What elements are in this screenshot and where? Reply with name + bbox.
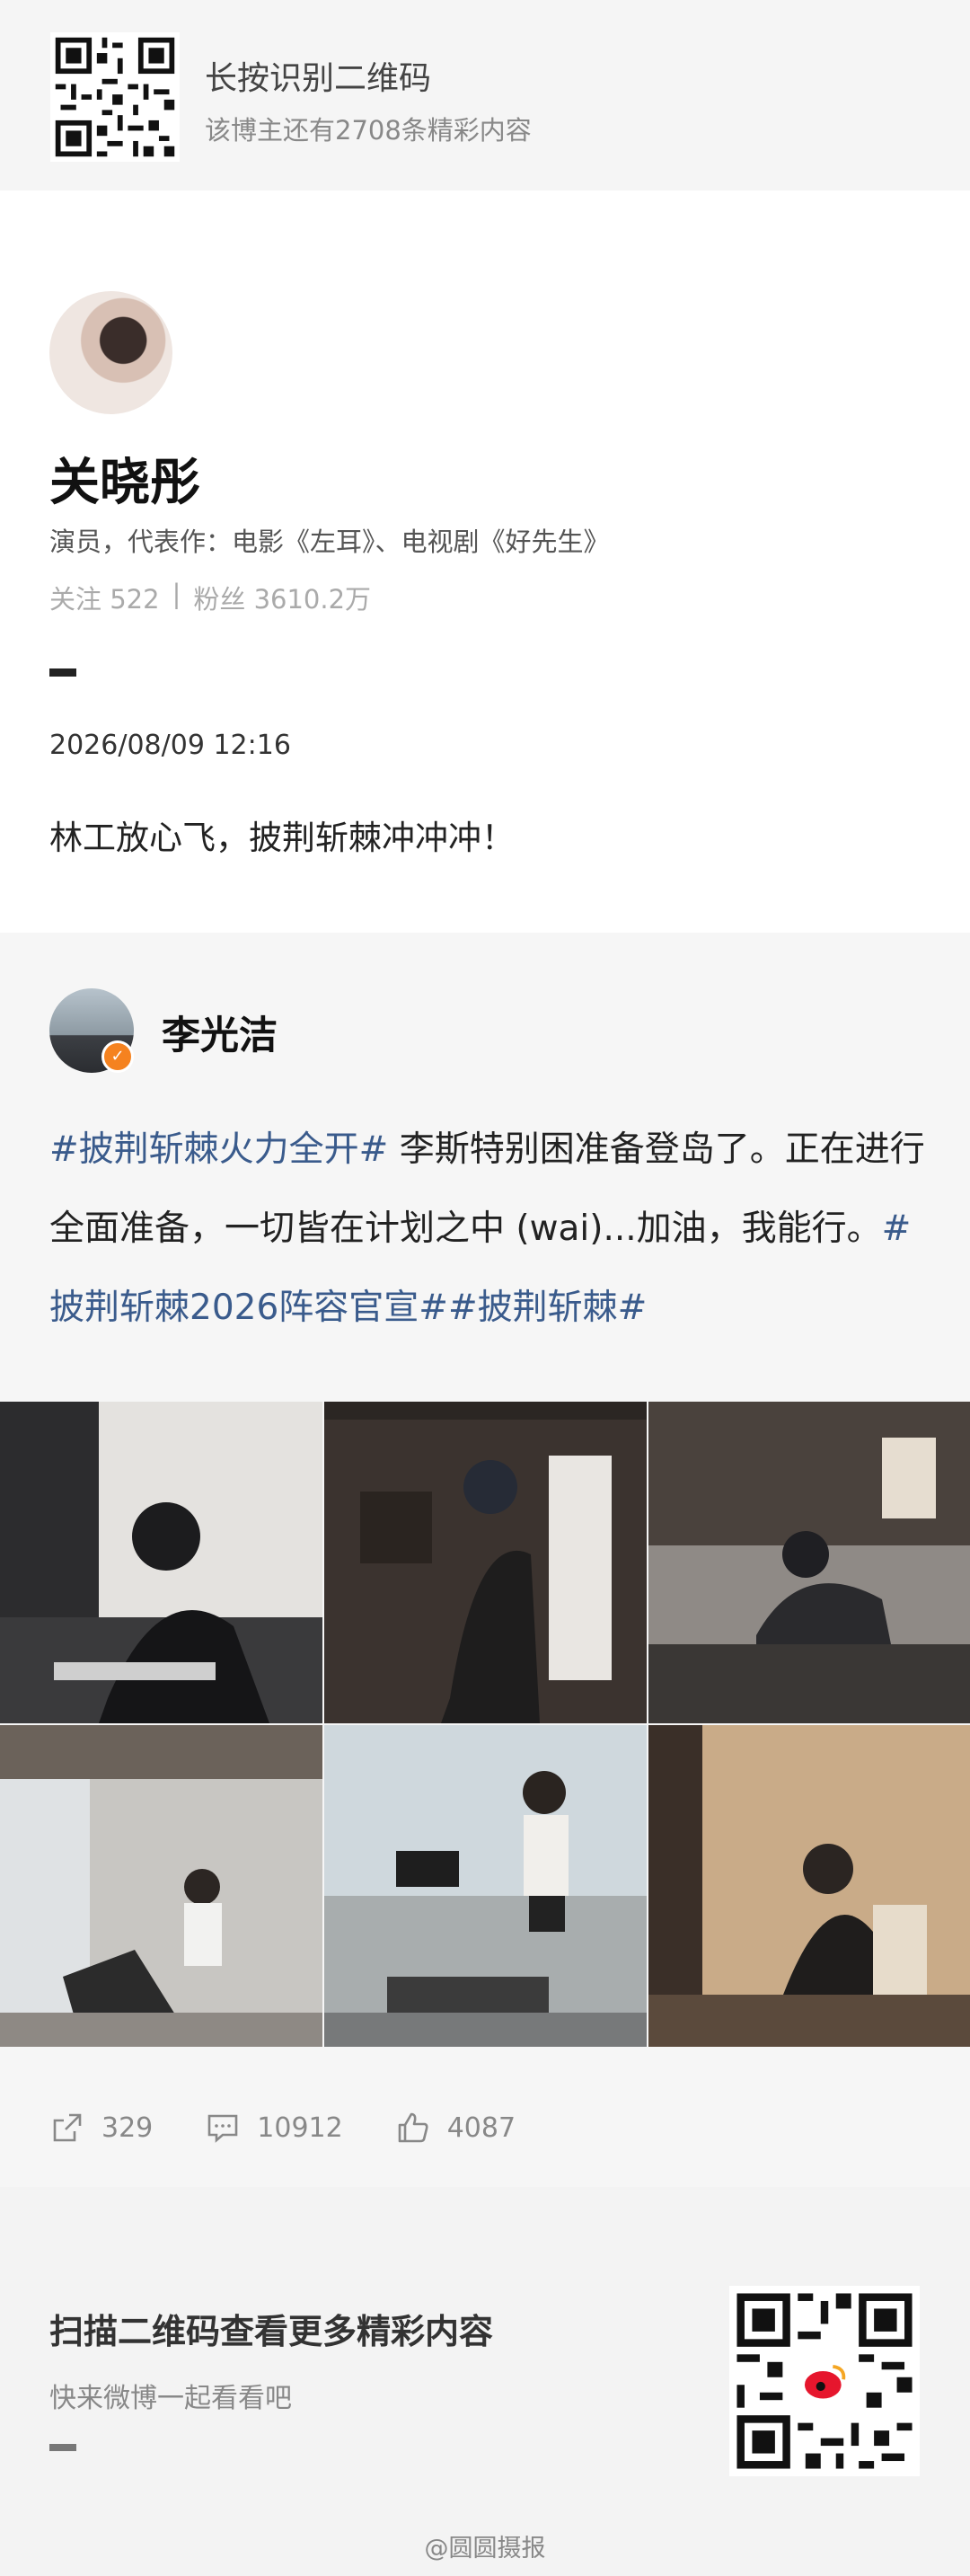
comment-count: 10912 <box>257 2111 343 2144</box>
photo-thumbnail[interactable] <box>324 1402 647 1723</box>
followers-count[interactable]: 粉丝 3610.2万 <box>193 579 371 616</box>
comment-icon <box>207 2114 238 2143</box>
hashtag-link[interactable]: #披荆斩棘# <box>448 1288 647 1328</box>
photo-thumbnail[interactable] <box>0 1725 322 2047</box>
qr-banner: 长按识别二维码 该博主还有2708条精彩内容 <box>0 0 970 190</box>
divider-dash <box>49 668 76 677</box>
hashtag-link[interactable]: #披荆斩棘火力全开# <box>49 1129 388 1170</box>
photo-thumbnail[interactable] <box>648 1725 970 2047</box>
photo-thumbnail[interactable] <box>648 1402 970 1723</box>
photo-grid <box>0 1402 970 2049</box>
qr-code-image[interactable] <box>50 32 180 162</box>
photo-thumbnail[interactable] <box>324 1725 647 2047</box>
action-bar: 329 10912 4087 <box>49 2101 568 2155</box>
reposted-post: ✓ 李光洁 #披荆斩棘火力全开# 李斯特别困准备登岛了。正在进行全面准备，一切皆… <box>0 933 970 2187</box>
follow-stats: 关注 522 | 粉丝 3610.2万 <box>49 579 371 616</box>
post-timestamp: 2026/08/09 12:16 <box>49 730 291 761</box>
following-count[interactable]: 关注 522 <box>49 579 160 616</box>
thumbs-up-icon <box>398 2112 428 2143</box>
share-count: 329 <box>101 2111 154 2144</box>
banner-title: 长按识别二维码 <box>205 60 432 97</box>
share-icon <box>53 2113 82 2142</box>
divider-dash <box>49 2444 76 2451</box>
promo-title: 扫描二维码查看更多精彩内容 <box>49 2312 494 2351</box>
bottom-promo: 扫描二维码查看更多精彩内容 快来微博一起看看吧 @圆圆摄报 <box>0 2187 970 2576</box>
like-count: 4087 <box>446 2111 516 2144</box>
share-button[interactable]: 329 <box>49 2110 153 2146</box>
repost-text: #披荆斩棘火力全开# 李斯特别困准备登岛了。正在进行全面准备，一切皆在计划之中 … <box>49 1111 925 1348</box>
verified-badge-icon: ✓ <box>101 1040 134 1073</box>
post-text: 林工放心飞，披荆斩棘冲冲冲！ <box>49 819 515 857</box>
profile-bio: 演员，代表作：电影《左耳》、电视剧《好先生》 <box>49 527 610 557</box>
watermark-text: @圆圆摄报 <box>424 2535 546 2563</box>
promo-subtitle: 快来微博一起看看吧 <box>49 2383 292 2414</box>
weibo-qr-code[interactable] <box>729 2286 920 2476</box>
avatar[interactable] <box>49 291 172 414</box>
photo-thumbnail[interactable] <box>0 1402 322 1723</box>
stat-separator: | <box>172 579 181 609</box>
repost-author-name[interactable]: 李光洁 <box>162 1005 278 1060</box>
banner-subtitle: 该博主还有2708条精彩内容 <box>205 115 532 146</box>
profile-name[interactable]: 关晓彤 <box>49 442 200 515</box>
profile-card: 关晓彤 演员，代表作：电影《左耳》、电视剧《好先生》 关注 522 | 粉丝 3… <box>0 190 970 933</box>
like-button[interactable]: 4087 <box>395 2110 516 2146</box>
comment-button[interactable]: 10912 <box>205 2110 343 2146</box>
